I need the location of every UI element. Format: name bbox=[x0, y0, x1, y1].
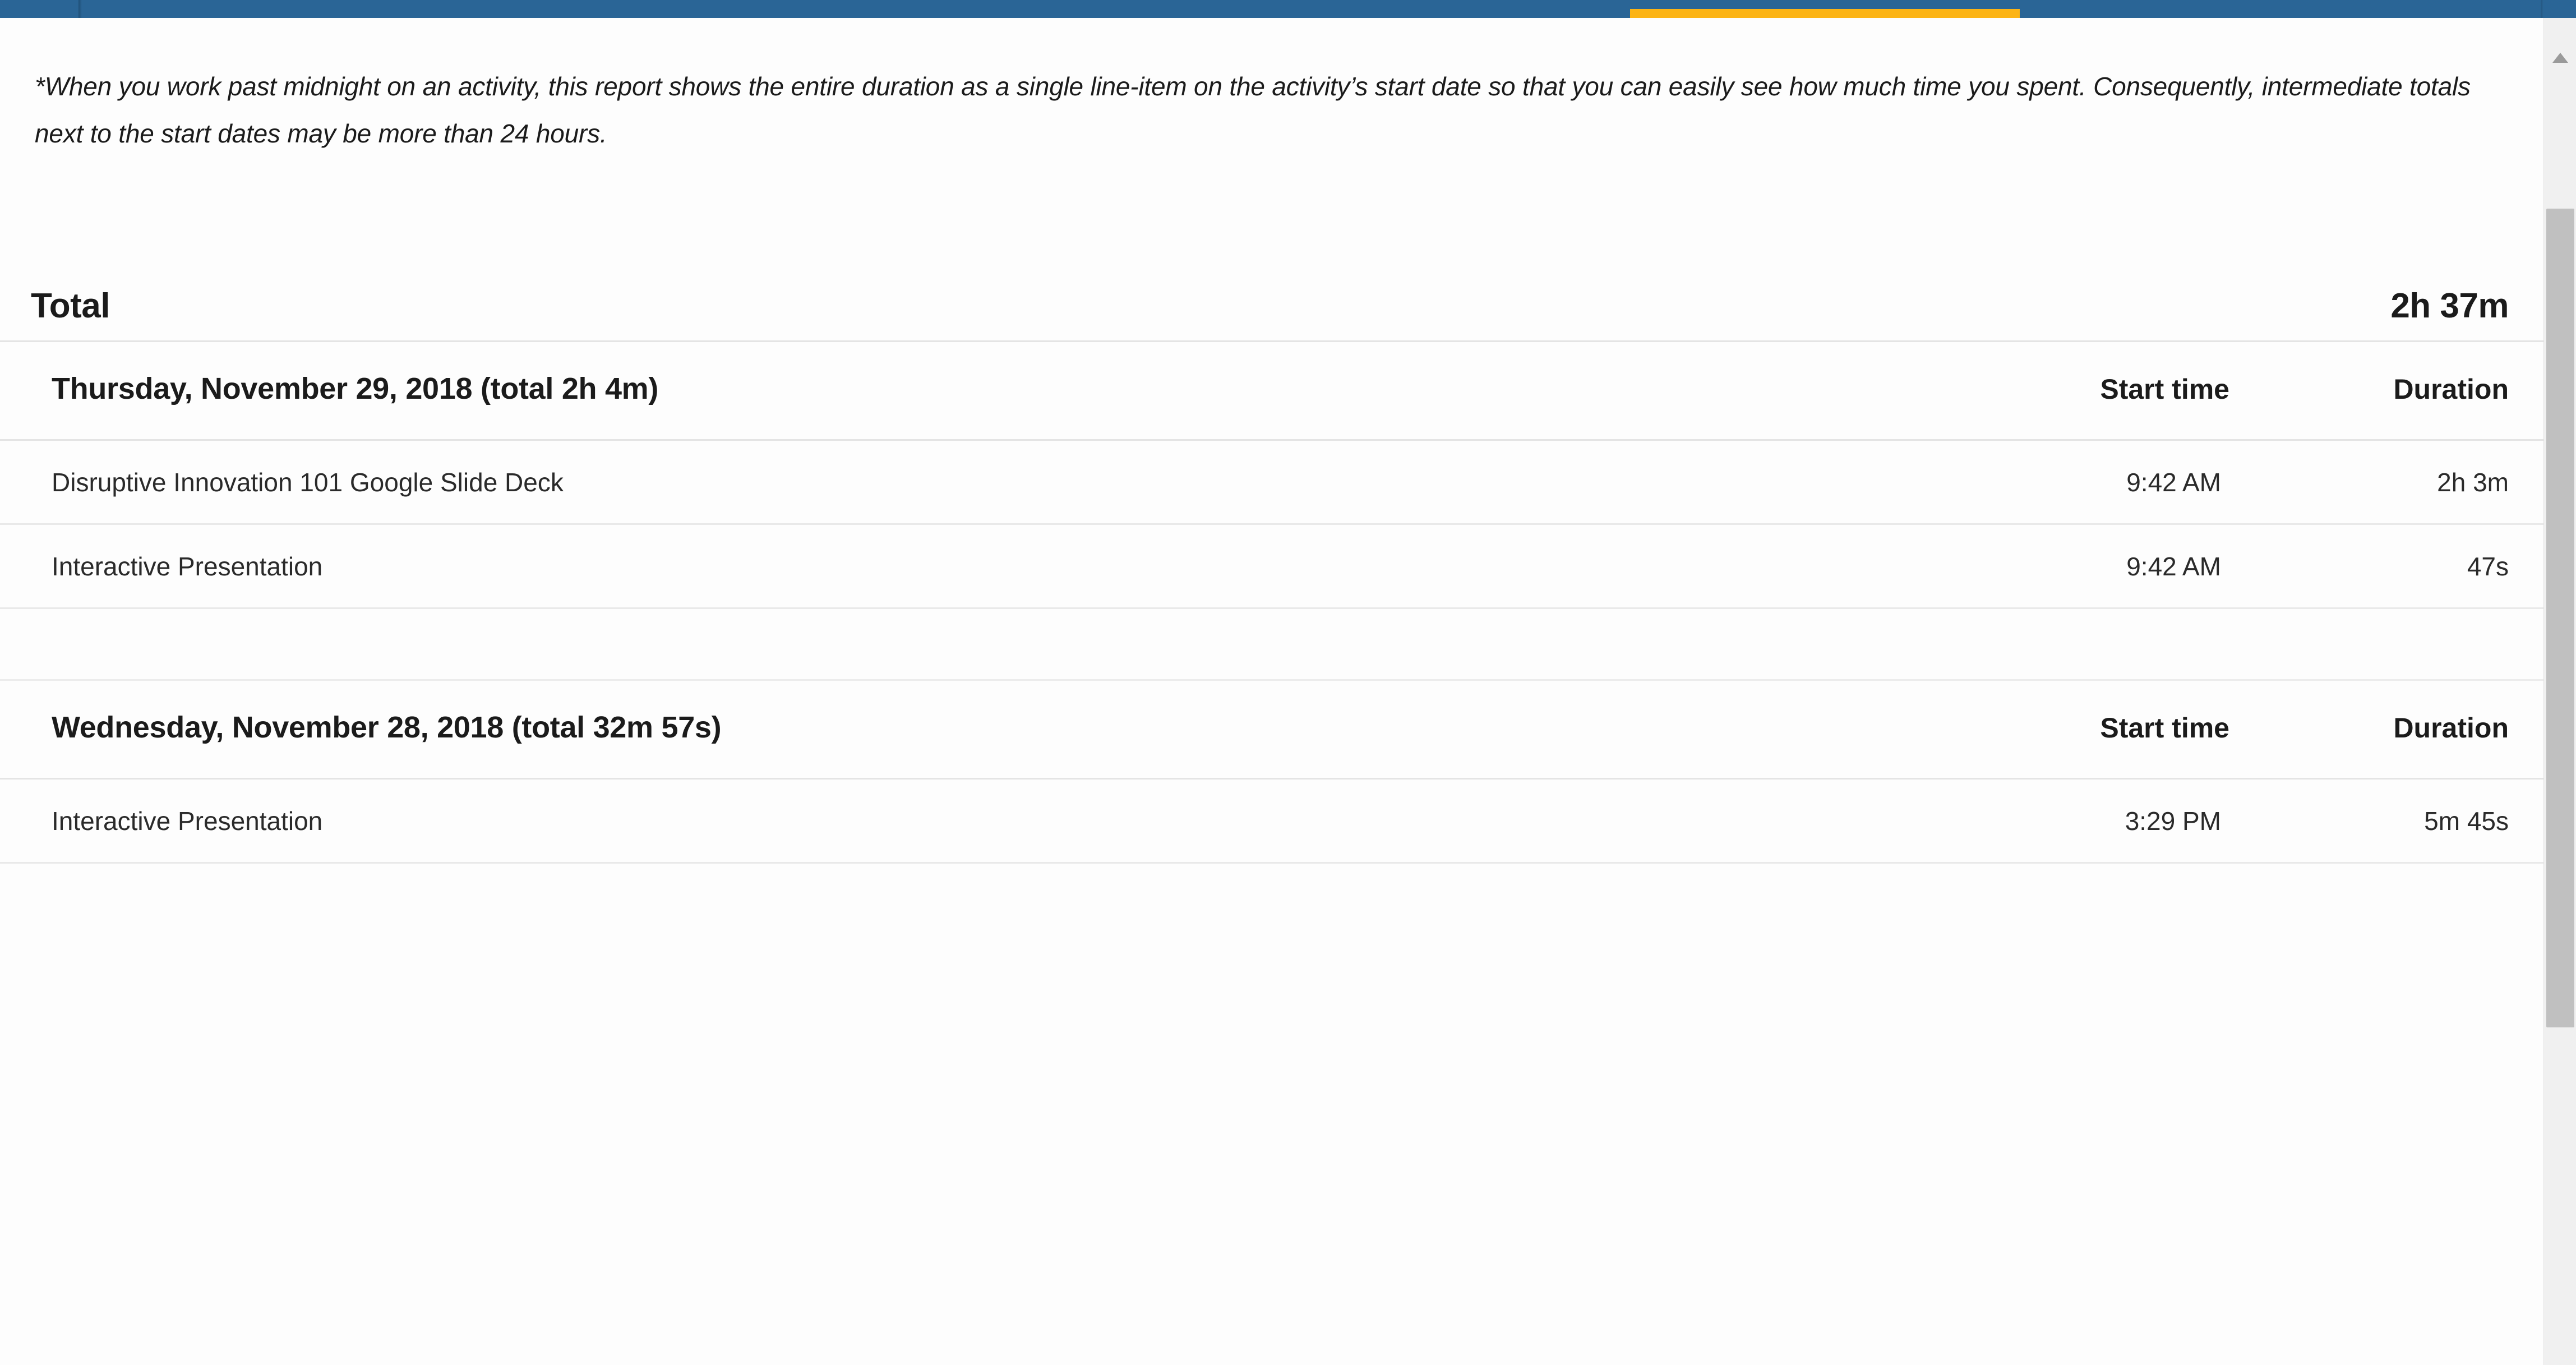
report-content: *When you work past midnight on an activ… bbox=[0, 18, 2543, 1365]
day-header[interactable]: Thursday, November 29, 2018 (total 2h 4m… bbox=[0, 342, 2543, 441]
table-row[interactable]: Interactive Presentation 9:42 AM 47s bbox=[0, 525, 2543, 609]
activity-duration: 5m 45s bbox=[2424, 806, 2509, 836]
day-header[interactable]: Wednesday, November 28, 2018 (total 32m … bbox=[0, 681, 2543, 780]
total-value: 2h 37m bbox=[2390, 287, 2509, 325]
day-group-separator bbox=[0, 609, 2543, 681]
column-header-duration: Duration bbox=[2393, 373, 2509, 405]
column-header-duration: Duration bbox=[2393, 712, 2509, 744]
activity-name: Disruptive Innovation 101 Google Slide D… bbox=[52, 468, 564, 497]
day-group: Thursday, November 29, 2018 (total 2h 4m… bbox=[0, 342, 2543, 681]
activity-start-time: 3:29 PM bbox=[2125, 806, 2221, 836]
nav-divider bbox=[79, 0, 82, 18]
activity-name: Interactive Presentation bbox=[52, 552, 323, 581]
top-navigation-bar bbox=[0, 0, 2576, 18]
day-title: Thursday, November 29, 2018 (total 2h 4m… bbox=[52, 372, 659, 405]
table-row[interactable]: Disruptive Innovation 101 Google Slide D… bbox=[0, 441, 2543, 525]
column-header-start-time: Start time bbox=[2100, 373, 2229, 405]
chevron-up-icon[interactable] bbox=[2552, 53, 2568, 63]
activity-start-time: 9:42 AM bbox=[2126, 552, 2221, 581]
day-group: Wednesday, November 28, 2018 (total 32m … bbox=[0, 681, 2543, 864]
day-title: Wednesday, November 28, 2018 (total 32m … bbox=[52, 711, 722, 744]
vertical-scrollbar[interactable] bbox=[2543, 18, 2576, 1365]
column-header-start-time: Start time bbox=[2100, 712, 2229, 744]
total-label: Total bbox=[31, 287, 110, 325]
activity-duration: 47s bbox=[2467, 552, 2509, 581]
activity-name: Interactive Presentation bbox=[52, 806, 323, 836]
active-tab-indicator[interactable] bbox=[1630, 9, 2020, 18]
total-row: Total 2h 37m bbox=[0, 270, 2543, 342]
report-footnote: *When you work past midnight on an activ… bbox=[35, 72, 2471, 148]
nav-divider-right bbox=[2541, 0, 2543, 18]
activity-start-time: 9:42 AM bbox=[2126, 468, 2221, 497]
scroll-thumb[interactable] bbox=[2546, 209, 2574, 1027]
activity-duration: 2h 3m bbox=[2437, 468, 2509, 497]
table-row[interactable]: Interactive Presentation 3:29 PM 5m 45s bbox=[0, 780, 2543, 864]
